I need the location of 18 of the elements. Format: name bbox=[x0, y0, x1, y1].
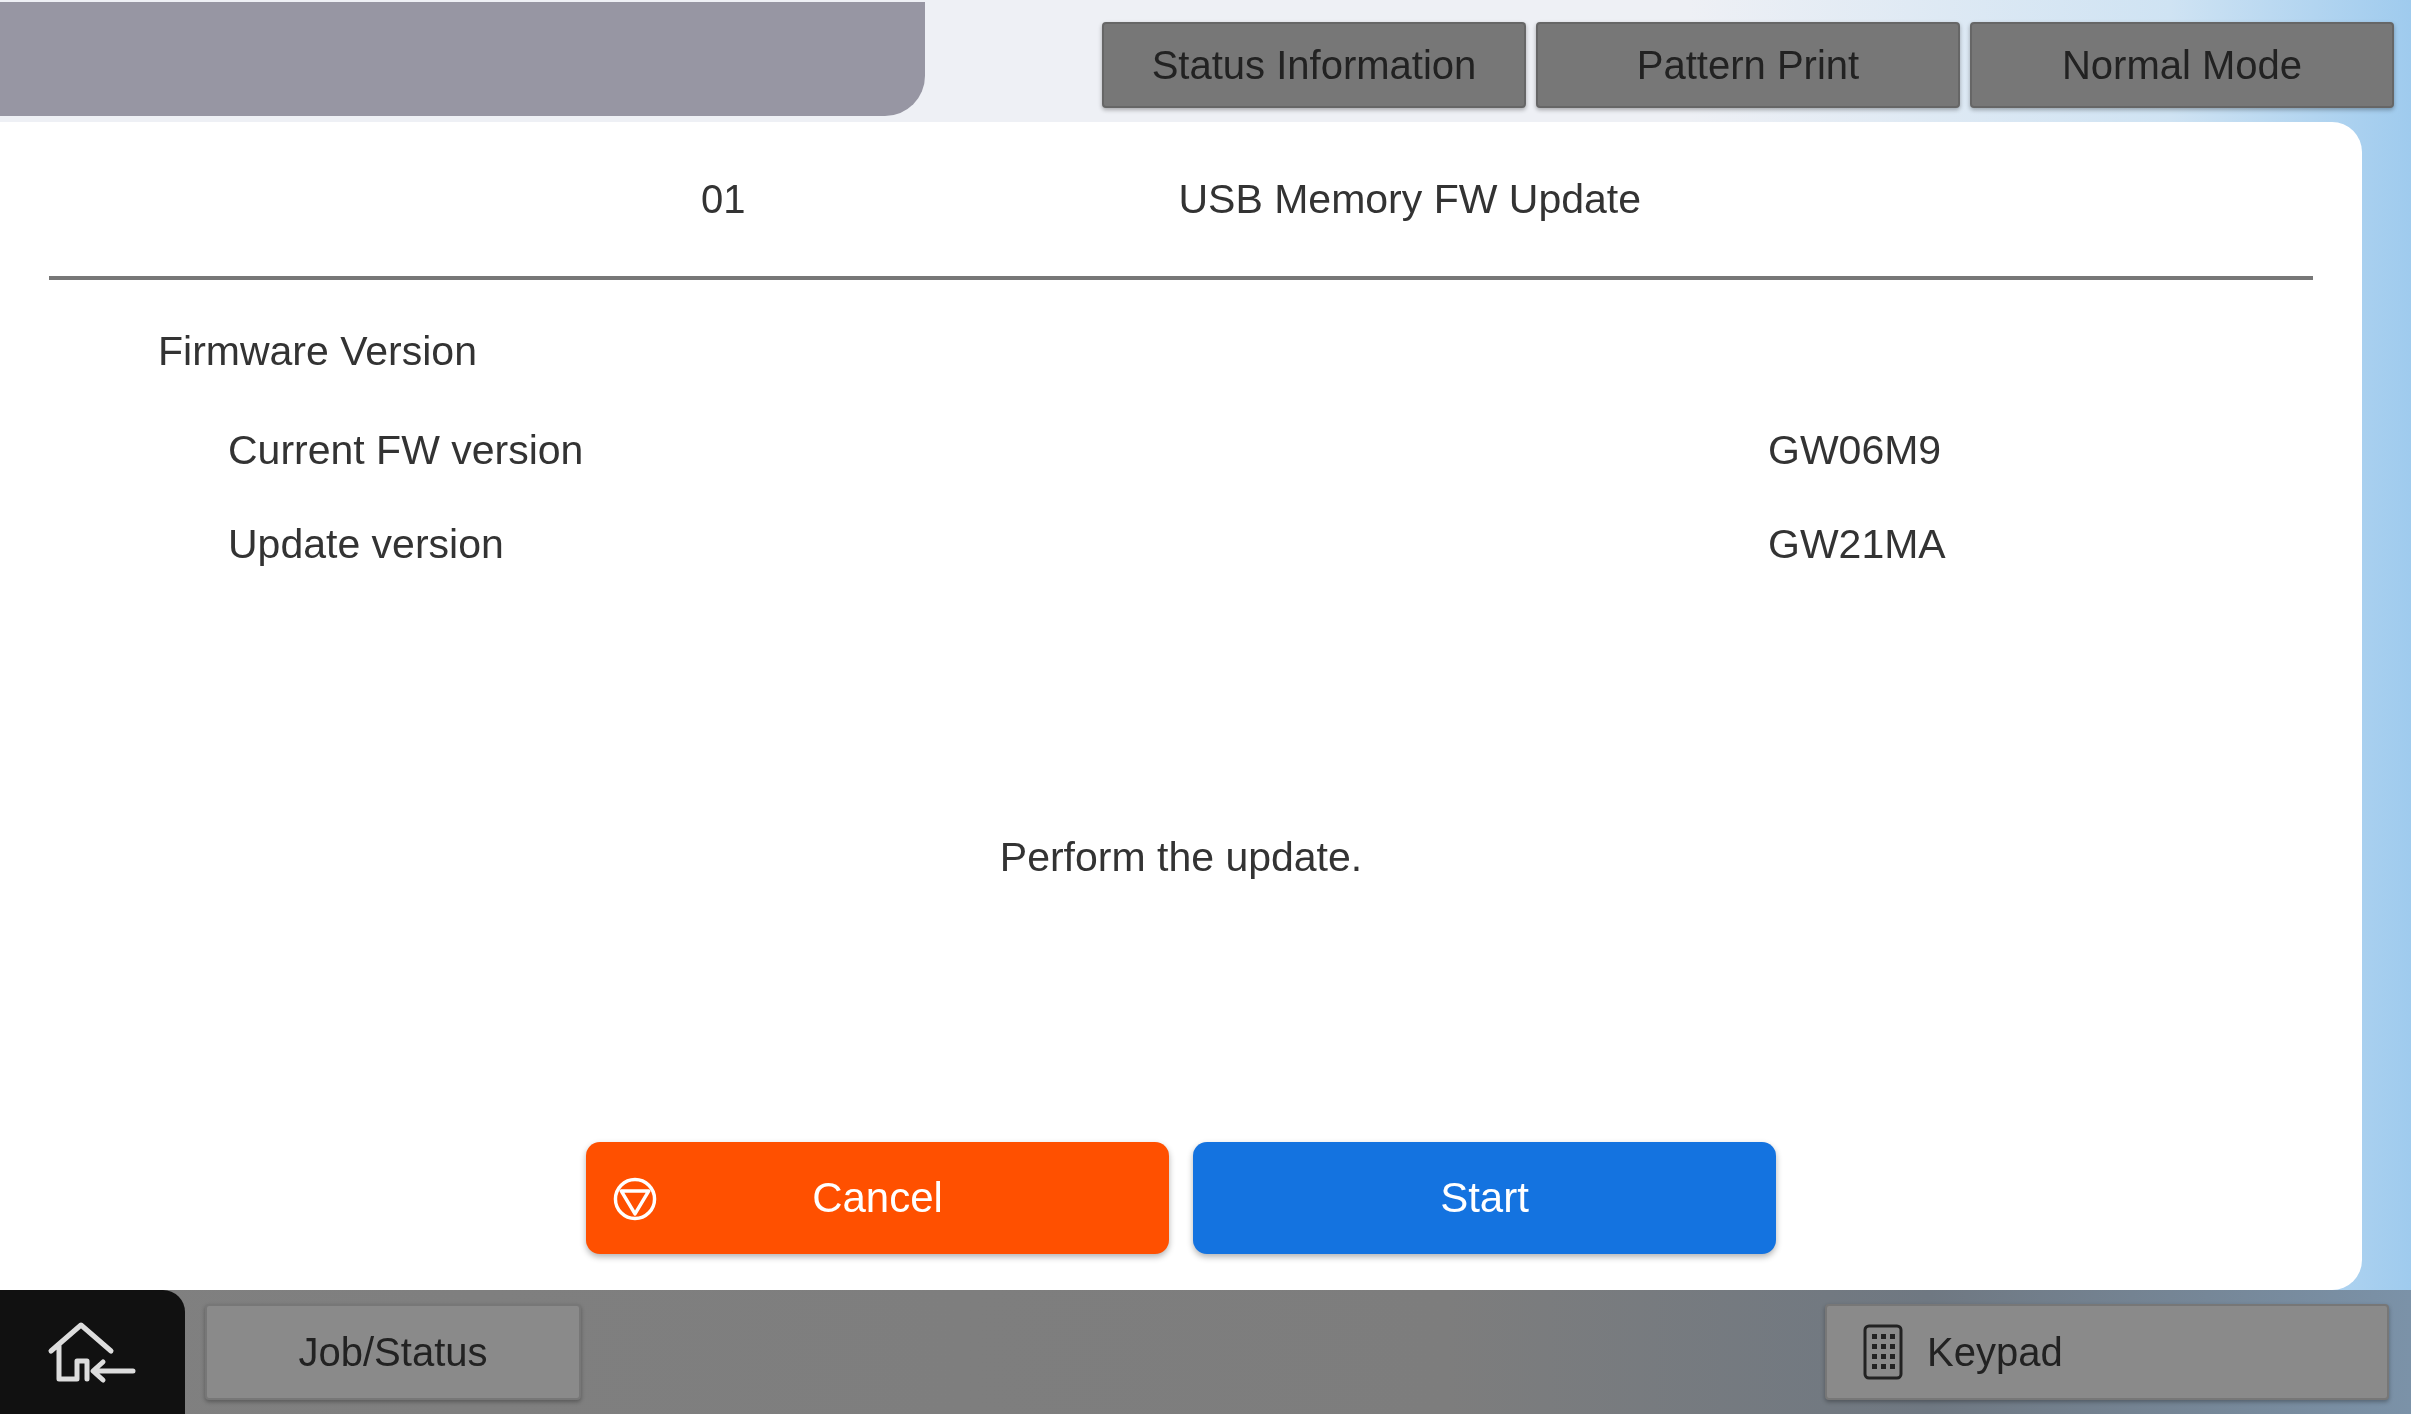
tab[interactable]: Status Information bbox=[1102, 22, 1526, 108]
field-label: Update version bbox=[228, 520, 505, 568]
start-button[interactable]: Start bbox=[1193, 1142, 1776, 1254]
cancel-button[interactable]: Cancel bbox=[586, 1142, 1169, 1254]
keypad-icon bbox=[1863, 1324, 1903, 1380]
field-label: Current FW version bbox=[228, 426, 585, 474]
field-value: GW21MA bbox=[1768, 520, 1946, 568]
section-title: Firmware Version bbox=[158, 328, 478, 376]
field-value: GW06M9 bbox=[1768, 426, 1942, 474]
page-number: 01 bbox=[701, 176, 746, 222]
stop-icon bbox=[612, 1176, 658, 1222]
keypad-button[interactable]: Keypad bbox=[1825, 1304, 2389, 1400]
tab[interactable]: Normal Mode bbox=[1970, 22, 2394, 108]
message-text: Perform the update. bbox=[999, 833, 1363, 881]
tab[interactable]: Pattern Print bbox=[1536, 22, 1960, 108]
dialog-title: USB Memory FW Update bbox=[1178, 175, 1641, 223]
job-status-button[interactable]: Job/Status bbox=[205, 1304, 581, 1400]
home-button[interactable] bbox=[0, 1290, 185, 1414]
